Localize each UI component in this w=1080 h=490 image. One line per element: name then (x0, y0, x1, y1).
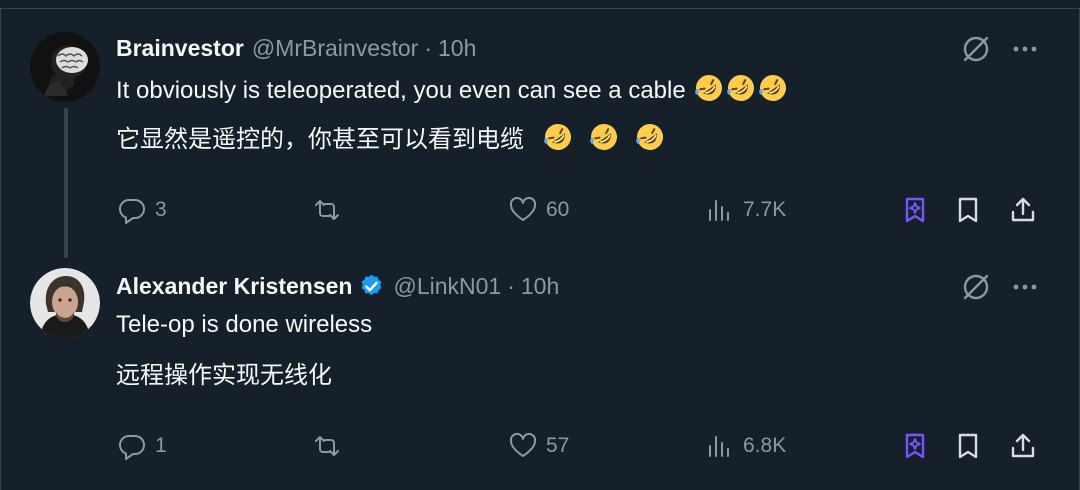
tweet-alexander-kristensen[interactable]: Alexander Kristensen @LinkN01 · 10h Tele… (0, 250, 1080, 490)
person-avatar-icon (30, 268, 100, 338)
view-count: 7.7K (743, 198, 787, 221)
bookmark-icon (958, 433, 978, 459)
user-handle[interactable]: @LinkN01 (393, 273, 501, 300)
grok-bookmark-button[interactable] (900, 190, 930, 230)
tweet-text-translation: 它显然是遥控的，你甚至可以看到电缆 (116, 126, 524, 153)
repost-button[interactable] (312, 426, 350, 466)
like-button[interactable]: 60 (508, 190, 569, 230)
thread-line (64, 108, 68, 258)
timestamp[interactable]: 10h (438, 35, 476, 62)
avatar[interactable] (30, 32, 100, 102)
user-handle[interactable]: @MrBrainvestor (252, 35, 419, 62)
share-icon (1011, 197, 1035, 222)
tweet-text-english: It obviously is teleoperated, you even c… (116, 73, 788, 106)
rolling-laughing-emoji-icon (695, 75, 723, 101)
tweet-text-chinese: 远程操作实现无线化 (116, 362, 332, 389)
reply-icon (118, 434, 145, 460)
tweet-text-chinese: 它显然是遥控的，你甚至可以看到电缆 (116, 122, 665, 155)
more-options-icon[interactable] (1008, 272, 1042, 302)
analytics-icon (709, 436, 729, 457)
bookmark-button[interactable] (953, 426, 983, 466)
views-button[interactable]: 7.7K (705, 190, 786, 230)
rolling-laughing-emoji-icon (543, 124, 571, 150)
bookmark-button[interactable] (953, 190, 983, 230)
action-bar: 1 57 6.8K (0, 426, 1080, 466)
bookmark-icon (958, 197, 978, 223)
grok-icon[interactable] (959, 270, 993, 304)
repost-button[interactable] (312, 190, 350, 230)
separator: · (424, 34, 432, 61)
grok-icon[interactable] (959, 32, 993, 66)
tweet-text: It obviously is teleoperated, you even c… (116, 77, 686, 104)
verified-badge-icon[interactable] (358, 273, 385, 300)
reply-button[interactable]: 1 (117, 426, 167, 466)
views-button[interactable]: 6.8K (705, 426, 786, 466)
brain-avatar-icon (30, 32, 100, 102)
display-name[interactable]: Alexander Kristensen (116, 273, 352, 300)
avatar[interactable] (30, 268, 100, 338)
timestamp[interactable]: 10h (521, 273, 559, 300)
reply-button[interactable]: 3 (117, 190, 167, 230)
rolling-laughing-emoji-icon (589, 124, 617, 150)
reply-count: 3 (155, 198, 167, 221)
tweet-header: Brainvestor @MrBrainvestor · 10h (116, 33, 476, 63)
like-count: 60 (546, 198, 570, 221)
action-bar: 3 60 7.7K (0, 190, 1080, 230)
tweet-text-english: Tele-op is done wireless (116, 311, 373, 338)
sparkle-bookmark-icon (905, 197, 925, 223)
emoji-group (541, 124, 665, 153)
tweet-header: Alexander Kristensen @LinkN01 · 10h (116, 271, 559, 301)
repost-icon (315, 200, 339, 220)
sparkle-bookmark-icon (905, 433, 925, 459)
repost-icon (315, 436, 339, 456)
emoji-group (692, 75, 788, 104)
reply-count: 1 (155, 434, 167, 457)
tweet-brainvestor[interactable]: Brainvestor @MrBrainvestor · 10h It obvi… (0, 0, 1080, 258)
share-button[interactable] (1008, 426, 1038, 466)
rolling-laughing-emoji-icon (727, 75, 755, 101)
analytics-icon (709, 200, 729, 221)
share-icon (1011, 433, 1035, 458)
display-name[interactable]: Brainvestor (116, 35, 244, 62)
reply-icon (118, 198, 145, 224)
more-options-icon[interactable] (1008, 34, 1042, 64)
like-button[interactable]: 57 (508, 426, 569, 466)
heart-icon (509, 432, 537, 457)
like-count: 57 (546, 434, 570, 457)
rolling-laughing-emoji-icon (635, 124, 663, 150)
share-button[interactable] (1008, 190, 1038, 230)
heart-icon (509, 196, 537, 221)
grok-bookmark-button[interactable] (900, 426, 930, 466)
rolling-laughing-emoji-icon (759, 75, 787, 101)
view-count: 6.8K (743, 434, 787, 457)
separator: · (507, 272, 515, 299)
